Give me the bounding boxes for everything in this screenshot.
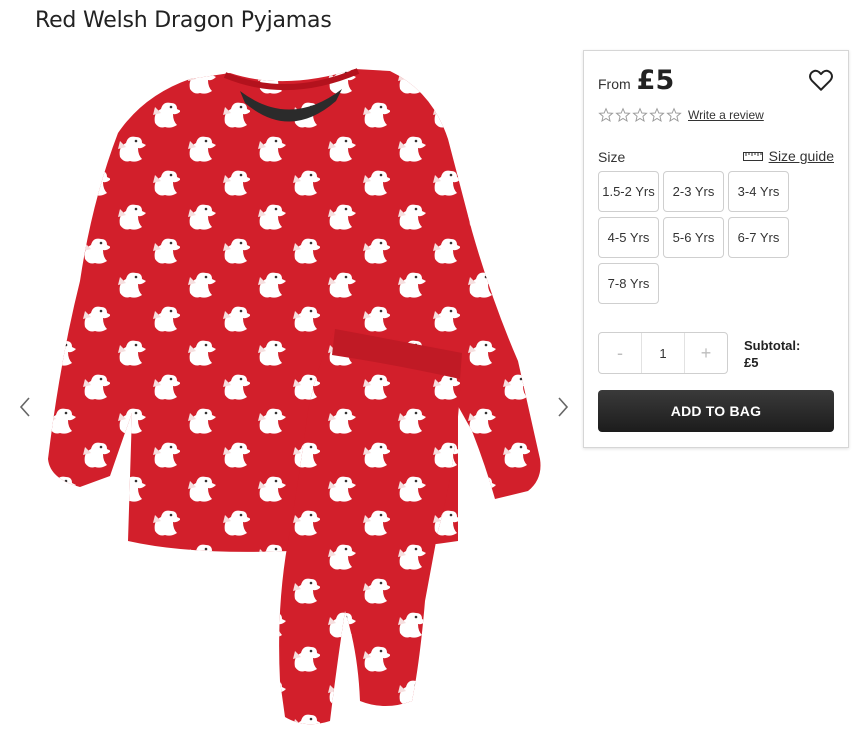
star-empty-icon (649, 107, 665, 123)
gallery-next-button[interactable] (550, 395, 574, 419)
gallery-prev-button[interactable] (14, 395, 38, 419)
rating-row: Write a review (598, 107, 764, 123)
rating-stars (598, 107, 682, 123)
size-option[interactable]: 4-5 Yrs (598, 217, 659, 258)
size-option[interactable]: 6-7 Yrs (728, 217, 789, 258)
subtotal-value: £5 (744, 355, 759, 370)
add-to-bag-button[interactable]: ADD TO BAG (598, 390, 834, 432)
chevron-left-icon (19, 397, 30, 417)
size-guide-link[interactable]: Size guide (742, 148, 834, 164)
size-option[interactable]: 5-6 Yrs (663, 217, 724, 258)
quantity-increase-button[interactable]: + (685, 333, 727, 373)
page-title: Red Welsh Dragon Pyjamas (35, 8, 332, 33)
size-label: Size (598, 149, 626, 165)
price-value: £5 (636, 65, 675, 96)
size-option[interactable]: 7-8 Yrs (598, 263, 659, 304)
price-from-label: From (598, 76, 631, 92)
purchase-panel: From £5 Write a review Size Size guide 1… (583, 50, 849, 448)
chevron-right-icon (558, 397, 569, 417)
quantity-stepper: - + (598, 332, 728, 374)
size-option[interactable]: 3-4 Yrs (728, 171, 789, 212)
write-review-link[interactable]: Write a review (688, 108, 764, 122)
quantity-decrease-button[interactable]: - (599, 333, 641, 373)
star-empty-icon (632, 107, 648, 123)
size-option[interactable]: 2-3 Yrs (663, 171, 724, 212)
ruler-icon (742, 152, 763, 161)
star-empty-icon (598, 107, 614, 123)
subtotal: Subtotal: £5 (744, 337, 800, 371)
star-empty-icon (666, 107, 682, 123)
size-option[interactable]: 1.5-2 Yrs (598, 171, 659, 212)
wishlist-button[interactable] (808, 67, 834, 93)
heart-icon (809, 69, 833, 91)
price-row: From £5 (598, 65, 674, 96)
product-image (48, 68, 541, 725)
star-empty-icon (615, 107, 631, 123)
product-gallery (0, 55, 580, 736)
quantity-input[interactable] (641, 333, 685, 373)
subtotal-label: Subtotal: (744, 338, 801, 353)
size-guide-label: Size guide (768, 148, 834, 164)
